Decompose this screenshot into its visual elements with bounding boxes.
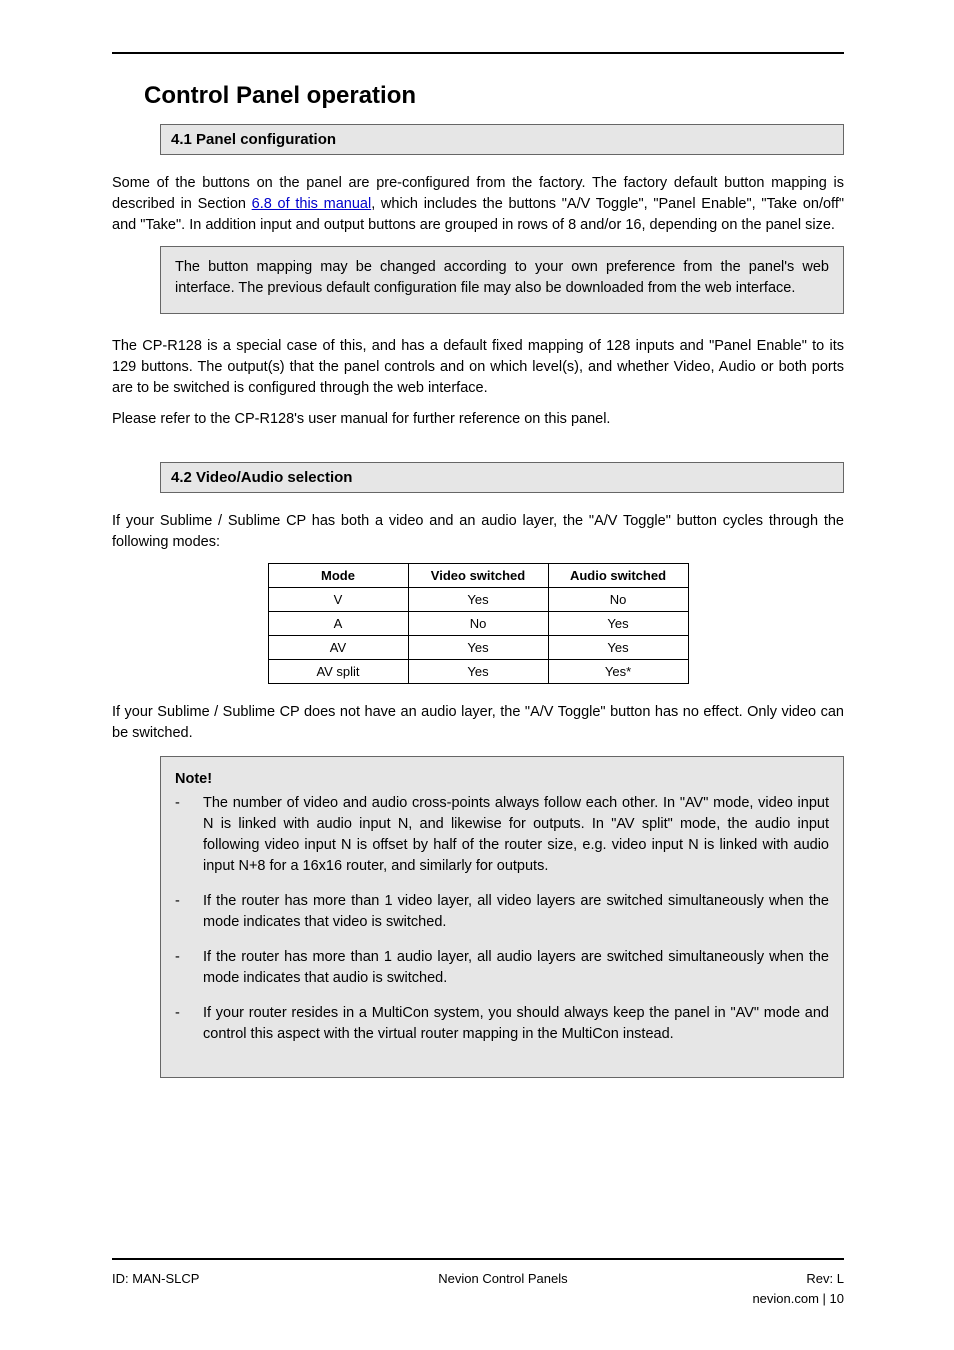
table-header: Mode (268, 564, 408, 588)
table-header: Audio switched (548, 564, 688, 588)
subsection-heading-panel-config: 4.1 Panel configuration (160, 124, 844, 155)
page-footer: ID: MAN-SLCP Nevion Control Panels Rev: … (112, 1271, 844, 1286)
table-cell: Yes (548, 636, 688, 660)
table-cell: Yes (408, 660, 548, 684)
footer-left: ID: MAN-SLCP (112, 1271, 199, 1286)
note-box: The button mapping may be changed accord… (160, 246, 844, 314)
table-cell: Yes (548, 612, 688, 636)
table-cell: Yes (408, 588, 548, 612)
mode-table: Mode Video switched Audio switched V Yes… (268, 563, 689, 684)
footer-page: nevion.com | 10 (752, 1291, 844, 1306)
list-item: - The number of video and audio cross-po… (189, 793, 829, 877)
list-item: - If your router resides in a MultiCon s… (189, 1003, 829, 1045)
list-item: - If the router has more than 1 audio la… (189, 947, 829, 989)
footer-right-value: L (837, 1271, 844, 1286)
list-item: - If the router has more than 1 video la… (189, 891, 829, 933)
table-cell: No (548, 588, 688, 612)
footer-right: Rev: L (806, 1271, 844, 1286)
table-row: V Yes No (268, 588, 688, 612)
paragraph: Some of the buttons on the panel are pre… (112, 173, 844, 236)
subsection-heading-av-selection: 4.2 Video/Audio selection (160, 462, 844, 493)
note-label: Note! (175, 771, 829, 787)
table-row: AV Yes Yes (268, 636, 688, 660)
table-cell: AV split (268, 660, 408, 684)
paragraph: If your Sublime / Sublime CP does not ha… (112, 702, 844, 744)
note-box: Note! - The number of video and audio cr… (160, 756, 844, 1078)
table-cell: Yes (408, 636, 548, 660)
paragraph: If your Sublime / Sublime CP has both a … (112, 511, 844, 553)
note-item-text: If the router has more than 1 video laye… (203, 893, 829, 930)
table-cell: V (268, 588, 408, 612)
section-link[interactable]: 6.8 of this manual (252, 196, 372, 212)
table-cell: Yes* (548, 660, 688, 684)
footer-right-label: Rev: (806, 1271, 836, 1286)
section-title: Control Panel operation (144, 82, 844, 110)
paragraph: Please refer to the CP-R128's user manua… (112, 409, 844, 430)
table-header-row: Mode Video switched Audio switched (268, 564, 688, 588)
note-item-text: The number of video and audio cross-poin… (203, 795, 829, 874)
footer-center: Nevion Control Panels (199, 1271, 806, 1286)
table-cell: No (408, 612, 548, 636)
note-list: - The number of video and audio cross-po… (189, 793, 829, 1045)
table-header: Video switched (408, 564, 548, 588)
table-cell: A (268, 612, 408, 636)
table-row: AV split Yes Yes* (268, 660, 688, 684)
paragraph: The CP-R128 is a special case of this, a… (112, 336, 844, 399)
note-item-text: If the router has more than 1 audio laye… (203, 949, 829, 986)
table-row: A No Yes (268, 612, 688, 636)
note-item-text: If your router resides in a MultiCon sys… (203, 1005, 829, 1042)
table-cell: AV (268, 636, 408, 660)
note-text: The button mapping may be changed accord… (175, 257, 829, 299)
